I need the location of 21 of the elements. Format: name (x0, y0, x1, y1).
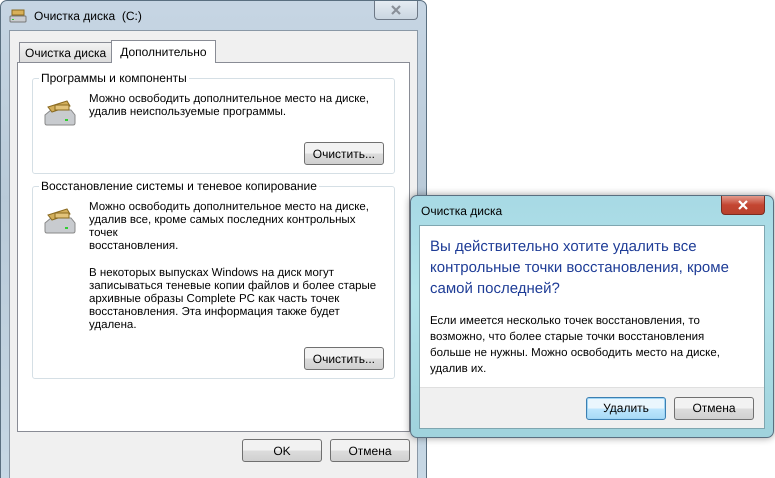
disk-drive-icon (9, 8, 27, 22)
group-title: Программы и компоненты (39, 71, 189, 85)
close-icon (737, 200, 749, 210)
dialog-button[interactable]: Отмена (674, 396, 754, 420)
description-text: Можно освободить дополнительное место на диске, удалив неиспользуемые программы. (89, 93, 369, 119)
description-text: В некоторых выпусках Windows на диск могут записываться теневые копии файлов и более старые архивные образы Complete PC как часть точек восстановления. Эта информация также будет удалена. (89, 267, 378, 332)
dialog-button[interactable]: OK (242, 439, 322, 462)
group-title: Восстановление системы и теневое копирование (39, 179, 319, 193)
window-title: Очистка диска (C:) (33, 8, 143, 22)
tab[interactable]: Очистка диска (19, 42, 112, 62)
dialog-title: Очистка диска (420, 204, 504, 218)
tab[interactable]: Дополнительно (111, 40, 216, 63)
explanation-text: Если имеется несколько точек восстановления, то возможно, что более старые точки восстановления больше не нужны. Можно освободить место на диске, удалив их. (430, 314, 721, 377)
description-text: Можно освободить дополнительное место на диске, удалив все, кроме самых последних контрольных точек восстановления. (89, 201, 370, 253)
clean-up-button[interactable]: Очистить... (304, 142, 384, 165)
dialog-button[interactable]: Отмена (330, 439, 410, 462)
clean-up-button[interactable]: Очистить... (304, 347, 384, 370)
close-button[interactable] (721, 196, 765, 215)
question-heading: Вы действительно хотите удалить все контрольные точки восстановления, кроме самой последней? (430, 237, 730, 299)
close-icon (390, 5, 402, 15)
dialog-button[interactable]: Удалить (586, 396, 666, 420)
